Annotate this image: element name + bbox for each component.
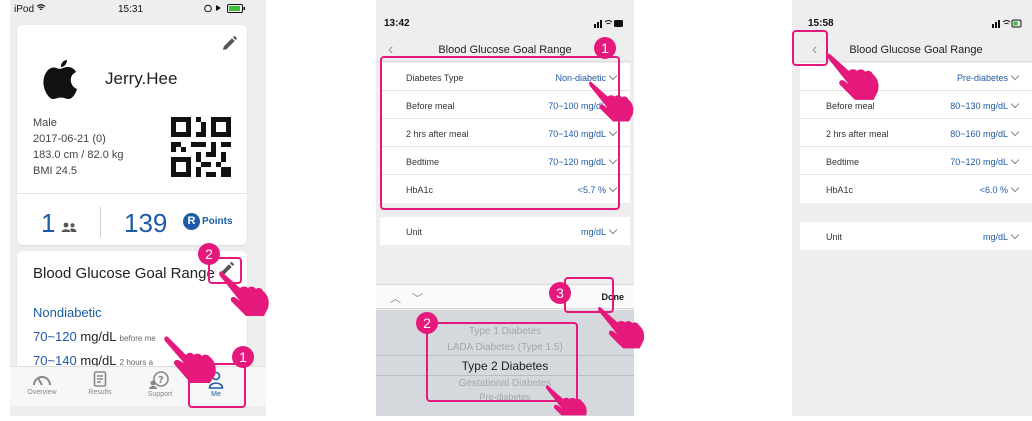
apple-logo-icon (40, 55, 80, 106)
wifi-icon (36, 3, 46, 15)
highlight-back (792, 30, 828, 66)
row-label: Bedtime (826, 157, 860, 167)
goal-range-desc: before me (119, 334, 156, 343)
row-after-meal[interactable]: 2 hrs after meal 80~160 mg/dL (800, 119, 1032, 147)
points-label: Points (202, 216, 233, 227)
step-badge-1: 1 (232, 346, 254, 368)
row-value: 70~120 mg/dL (950, 157, 1008, 167)
row-value: 80~130 mg/dL (950, 101, 1008, 111)
profile-name: Jerry.Hee (105, 69, 178, 88)
points-count[interactable]: 139 (124, 208, 167, 239)
profile-card[interactable]: Jerry.Hee Male 2017-06-21 (0) 183.0 cm /… (17, 25, 247, 245)
qr-code-icon[interactable] (171, 117, 231, 182)
points-badge: R Points (183, 213, 233, 230)
edit-profile-icon[interactable] (220, 35, 238, 58)
row-value: 80~160 mg/dL (950, 129, 1008, 139)
tab-overview[interactable]: Overview (16, 371, 68, 396)
pointer-hand-icon (160, 335, 220, 390)
goal-row-before-meal: 70~120 mg/dL before me (33, 329, 156, 344)
people-icon (61, 219, 77, 237)
row-value: mg/dL (982, 232, 1008, 242)
carrier-label: iPod (14, 4, 35, 15)
highlight-goal-list (380, 56, 620, 210)
goal-range-unit: mg/dL (80, 329, 117, 344)
followers-count[interactable]: 1 (41, 208, 55, 239)
pointer-hand-icon (218, 268, 274, 323)
row-bedtime[interactable]: Bedtime 70~120 mg/dL (800, 147, 1032, 175)
row-hba1c[interactable]: HbA1c <6.0 % (800, 175, 1032, 203)
pointer-hand-icon (588, 76, 638, 131)
signal-wifi-battery-icon (594, 19, 624, 31)
profile-divider (17, 193, 247, 194)
pointer-hand-icon (597, 302, 649, 357)
row-unit[interactable]: Unit mg/dL (380, 217, 630, 245)
pointer-hand-icon (826, 50, 884, 107)
pointer-hand-icon (545, 382, 591, 421)
profile-details: Male 2017-06-21 (0) 183.0 cm / 82.0 kg B… (33, 115, 124, 179)
status-time: 15:31 (118, 4, 144, 15)
screen-goal-range-edit: 13:42 ‹ Blood Glucose Goal Range Diabete… (376, 0, 634, 416)
chevron-down-icon (1010, 71, 1020, 81)
row-value: <6.0 % (979, 185, 1008, 195)
signal-wifi-battery-icon (992, 19, 1022, 31)
profile-bmi: BMI 24.5 (33, 165, 78, 177)
chevron-down-icon (1010, 183, 1020, 193)
gauge-icon (33, 376, 51, 386)
profile-birthdate: 2017-06-21 (0) (33, 133, 106, 145)
picker-nav-arrows[interactable]: ︿ ﹀ (390, 290, 427, 306)
points-r-icon: R (183, 213, 200, 230)
goal-range-value: 70~120 (33, 329, 77, 344)
row-label: Unit (406, 227, 423, 237)
chevron-down-icon (608, 225, 618, 235)
location-icon (204, 4, 224, 16)
tab-results[interactable]: Results (74, 371, 126, 396)
status-bar: 13:42 (376, 0, 634, 40)
goal-card-title: Blood Glucose Goal Range (33, 265, 215, 282)
step-badge-1: 1 (594, 37, 616, 59)
step-badge-2: 2 (416, 312, 438, 334)
chevron-down-icon (1010, 99, 1020, 109)
status-time: 13:42 (384, 18, 410, 29)
screen-me: iPod 15:31 Jerry.Hee Male 2017-06-21 (0)… (10, 0, 266, 416)
row-label: Unit (826, 232, 843, 242)
status-time: 15:58 (808, 18, 834, 29)
status-bar: 15:58 (792, 0, 1032, 40)
status-bar: iPod 15:31 (10, 0, 266, 18)
tab-results-label: Results (88, 389, 112, 396)
chevron-down-icon (1010, 127, 1020, 137)
row-label: HbA1c (826, 185, 854, 195)
row-unit[interactable]: Unit mg/dL (800, 222, 1032, 250)
battery-icon (227, 4, 247, 16)
unit-list: Unit mg/dL (380, 217, 630, 245)
document-icon (93, 371, 107, 387)
profile-gender: Male (33, 117, 57, 129)
step-badge-2: 2 (198, 243, 220, 265)
tab-support-label: Support (147, 391, 173, 398)
stats-divider (100, 207, 101, 237)
row-value: mg/dL (580, 227, 606, 237)
unit-list: Unit mg/dL (800, 222, 1032, 250)
goal-card-type: Nondiabetic (33, 305, 102, 320)
tab-overview-label: Overview (27, 389, 57, 396)
chevron-down-icon (1010, 230, 1020, 240)
row-value: Pre-diabetes (956, 73, 1008, 83)
row-label: 2 hrs after meal (826, 129, 889, 139)
step-badge-3: 3 (549, 282, 571, 304)
chevron-down-icon (1010, 155, 1020, 165)
profile-height-weight: 183.0 cm / 82.0 kg (33, 149, 124, 161)
